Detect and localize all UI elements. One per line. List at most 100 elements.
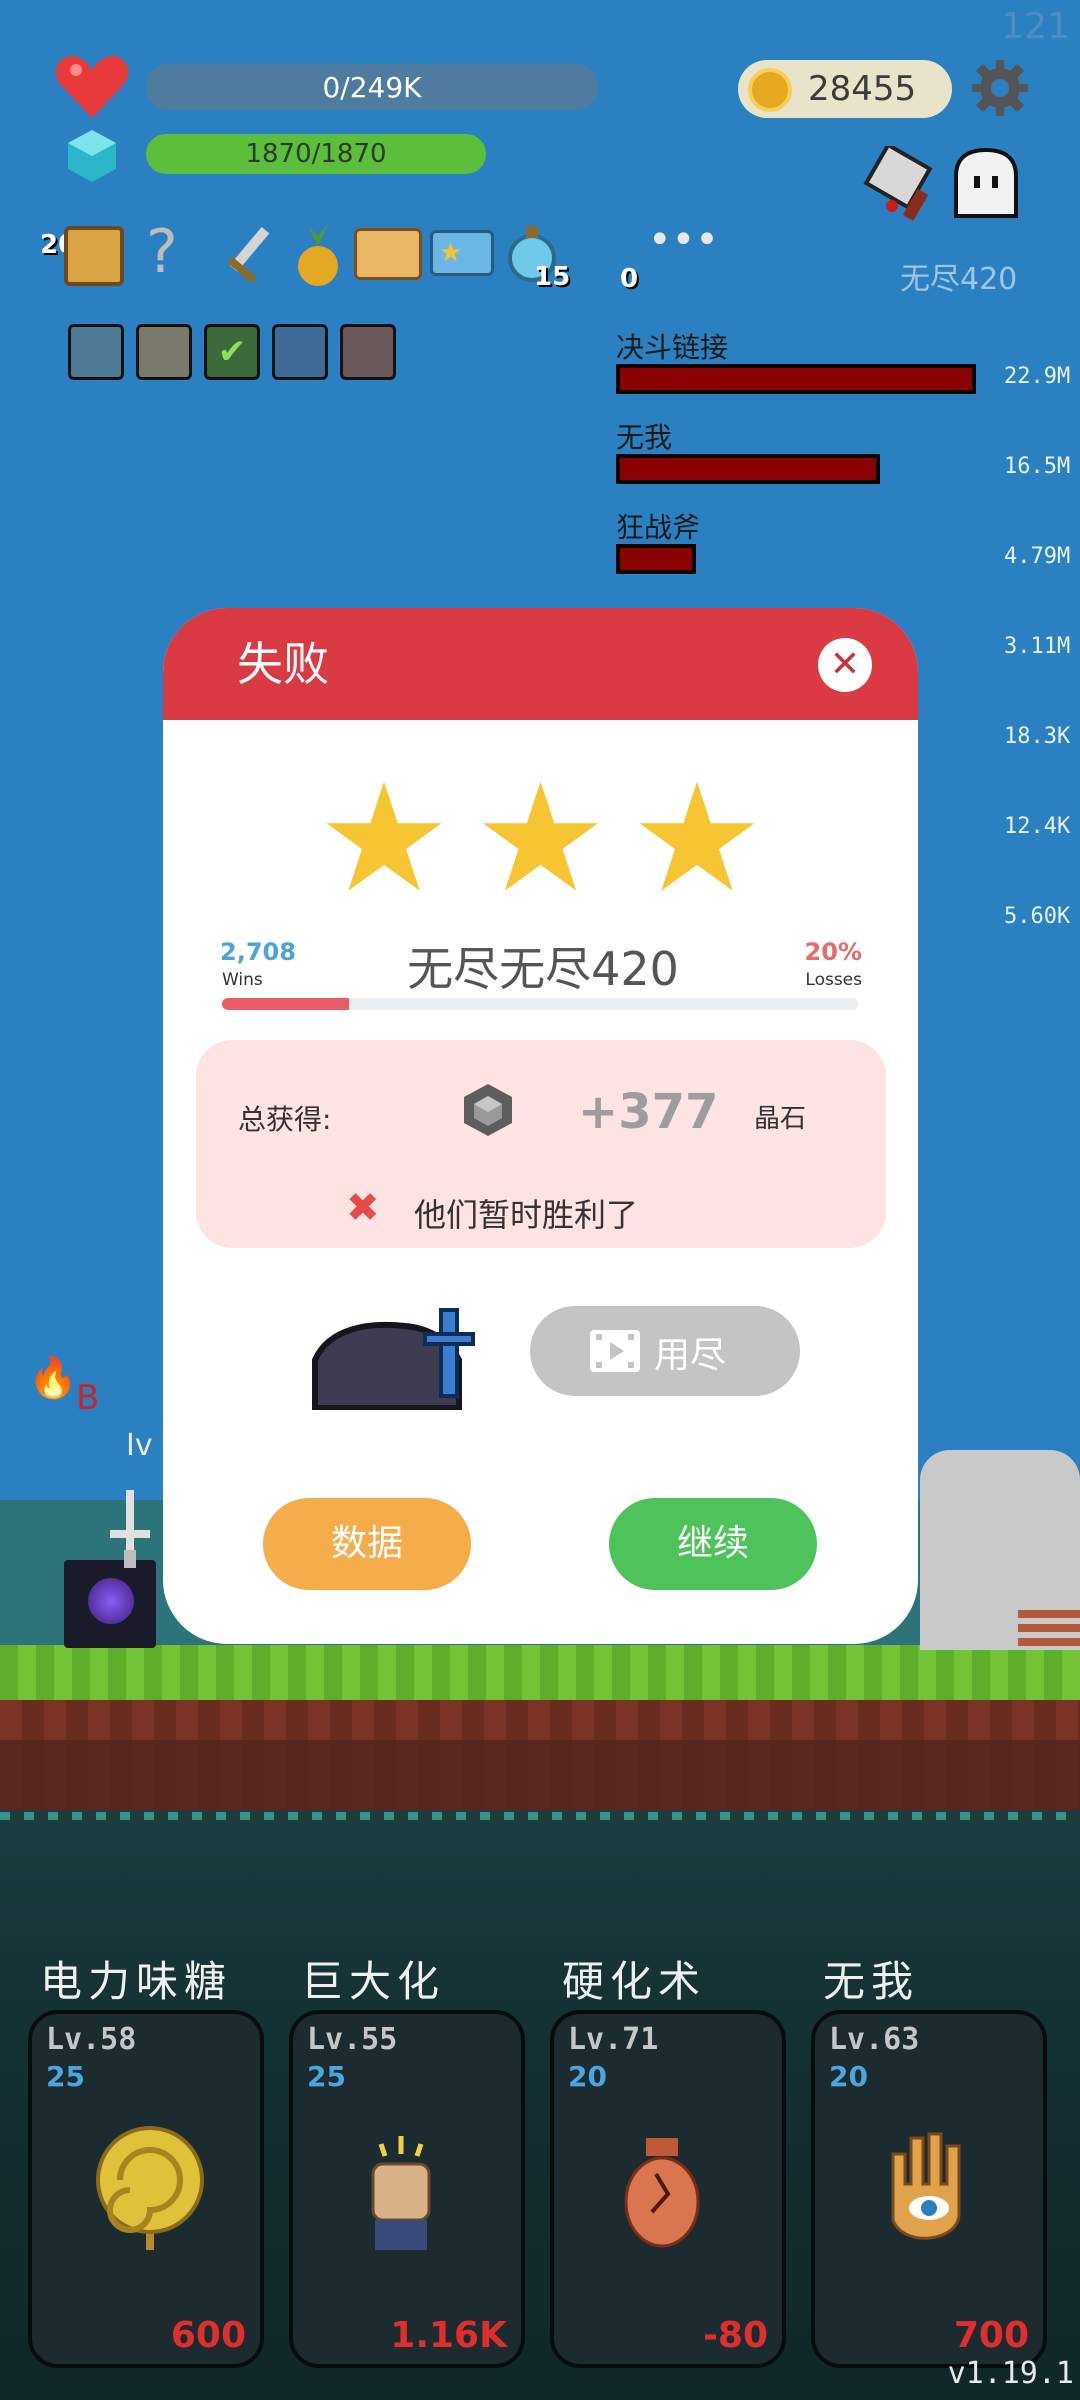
more-icon[interactable]: ••• bbox=[648, 220, 719, 260]
stage-name: 无尽无尽420 bbox=[407, 942, 679, 996]
buff-sun-icon[interactable] bbox=[136, 324, 192, 380]
book-icon[interactable] bbox=[354, 228, 422, 280]
skill-cost: 1.16K bbox=[390, 2315, 507, 2356]
fence bbox=[1018, 1610, 1080, 1646]
sword-icon[interactable] bbox=[208, 222, 278, 292]
enemy-level-label: Iv bbox=[126, 1428, 153, 1463]
enemy-name-label: B bbox=[76, 1378, 100, 1418]
star-rating: ★ ★ ★ bbox=[163, 764, 918, 914]
skill-stack: 25 bbox=[307, 2060, 346, 2093]
skill-name: 无我 bbox=[823, 1957, 920, 2006]
buff-blade-icon[interactable] bbox=[340, 324, 396, 380]
crystal-icon bbox=[458, 1080, 518, 1140]
pending-count: 0 bbox=[620, 264, 639, 294]
skill-stack: 20 bbox=[568, 2060, 607, 2093]
enemy-sword-sprite bbox=[100, 1490, 160, 1570]
reward-panel: 总获得: +377 晶石 ✖ 他们暂时胜利了 bbox=[196, 1040, 886, 1248]
gear-icon[interactable] bbox=[970, 58, 1030, 118]
defeat-dialog: 失败 ✕ ★ ★ ★ 2,708 Wins 无尽无尽420 20% Losses… bbox=[163, 608, 918, 1644]
result-message: 他们暂时胜利了 bbox=[414, 1196, 639, 1234]
coin-icon bbox=[748, 68, 792, 112]
buff-crown-icon[interactable] bbox=[272, 324, 328, 380]
star-icon: ★ bbox=[473, 752, 608, 926]
star-icon: ★ bbox=[629, 752, 765, 926]
damage-value: 18.3K bbox=[1004, 724, 1071, 749]
damage-value: 5.60K bbox=[1004, 904, 1071, 929]
dirt-shadow bbox=[0, 1740, 1080, 1810]
health-text: 0/249K bbox=[322, 70, 422, 104]
losses-percent: 20% bbox=[804, 938, 862, 966]
cleaver-icon bbox=[862, 142, 942, 226]
pineapple-icon[interactable] bbox=[288, 222, 348, 288]
fist-icon bbox=[351, 2124, 451, 2258]
mana-bar: 1870/1870 bbox=[146, 134, 486, 174]
grass-ground bbox=[0, 1645, 1080, 1700]
reward-amount: +377 bbox=[578, 1084, 719, 1140]
skill-name: 硬化术 bbox=[562, 1957, 707, 2006]
damage-bar bbox=[616, 544, 696, 574]
mana-text: 1870/1870 bbox=[245, 139, 387, 169]
reward-label: 总获得: bbox=[238, 1103, 332, 1136]
scroll-icon[interactable] bbox=[64, 226, 124, 286]
skill-cost: 600 bbox=[170, 2315, 246, 2356]
data-button[interactable]: 数据 bbox=[263, 1498, 471, 1590]
damage-value: 4.79M bbox=[1004, 544, 1071, 569]
coin-value: 28455 bbox=[808, 69, 917, 109]
dialog-title: 失败 bbox=[237, 637, 329, 691]
stage-label: 无尽420 bbox=[900, 262, 1018, 297]
damage-source-name: 决斗链接 bbox=[616, 331, 729, 364]
hook-icon[interactable]: ? bbox=[146, 222, 178, 282]
lollipop-icon bbox=[90, 2124, 210, 2258]
damage-value: 16.5M bbox=[1004, 454, 1071, 479]
damage-bar bbox=[616, 454, 880, 484]
health-bar: 0/249K bbox=[146, 64, 598, 110]
watch-ad-label: 用尽 bbox=[654, 1335, 727, 1376]
heart-icon bbox=[54, 52, 130, 120]
skill-card[interactable]: Lv.71 20 -80 bbox=[550, 2010, 786, 2368]
wins-count: 2,708 bbox=[220, 938, 296, 966]
star-icon: ★ bbox=[316, 752, 452, 926]
damage-source-name: 狂战斧 bbox=[616, 511, 701, 544]
skill-card[interactable]: Lv.55 25 1.16K bbox=[289, 2010, 525, 2368]
reward-unit: 晶石 bbox=[754, 1104, 807, 1134]
skill-cost: -80 bbox=[702, 2315, 768, 2356]
skill-stack: 25 bbox=[46, 2060, 85, 2093]
skill-level: Lv.58 bbox=[46, 2022, 137, 2057]
skill-name: 电力味糖 bbox=[40, 1957, 233, 2006]
skill-stack: 20 bbox=[829, 2060, 868, 2093]
loss-progress-bar bbox=[222, 998, 858, 1010]
defeat-x-icon: ✖ bbox=[346, 1185, 380, 1231]
eye-hand-icon bbox=[873, 2124, 983, 2258]
skill-level: Lv.63 bbox=[829, 2022, 920, 2057]
wins-label: Wins bbox=[222, 970, 263, 990]
skill-name: 巨大化 bbox=[301, 1957, 446, 2006]
version-label: v1.19.1 bbox=[947, 2356, 1074, 2391]
skill-level: Lv.71 bbox=[568, 2022, 659, 2057]
watch-ad-button[interactable]: 用尽 bbox=[530, 1306, 800, 1396]
enemy-portal bbox=[64, 1560, 156, 1648]
skill-card[interactable]: Lv.58 25 600 bbox=[28, 2010, 264, 2368]
loss-progress-fill bbox=[222, 998, 350, 1010]
damage-source-name: 无我 bbox=[616, 421, 673, 454]
potion-count: 15 bbox=[534, 262, 571, 292]
buff-light-icon[interactable] bbox=[68, 324, 124, 380]
ghost-icon bbox=[950, 146, 1022, 222]
video-icon bbox=[590, 1330, 640, 1372]
damage-value: 3.11M bbox=[1004, 634, 1071, 659]
buff-check-icon[interactable]: ✔ bbox=[204, 324, 260, 380]
corner-counter: 121 bbox=[1001, 6, 1070, 47]
star-card-icon[interactable]: ★ bbox=[430, 230, 494, 276]
vase-icon bbox=[612, 2124, 712, 2258]
continue-button[interactable]: 继续 bbox=[609, 1498, 817, 1590]
skill-level: Lv.55 bbox=[307, 2022, 398, 2057]
gem-icon bbox=[66, 128, 118, 184]
skill-cost: 700 bbox=[953, 2315, 1029, 2356]
water-surface bbox=[0, 1812, 1080, 1820]
cracked-helmet-icon bbox=[309, 1300, 485, 1411]
damage-bar bbox=[616, 364, 976, 394]
fire-icon: 🔥 bbox=[28, 1355, 78, 1401]
damage-value: 22.9M bbox=[1004, 364, 1071, 389]
close-button[interactable]: ✕ bbox=[818, 638, 872, 692]
skill-card[interactable]: Lv.63 20 700 bbox=[811, 2010, 1047, 2368]
losses-label: Losses bbox=[805, 970, 862, 990]
